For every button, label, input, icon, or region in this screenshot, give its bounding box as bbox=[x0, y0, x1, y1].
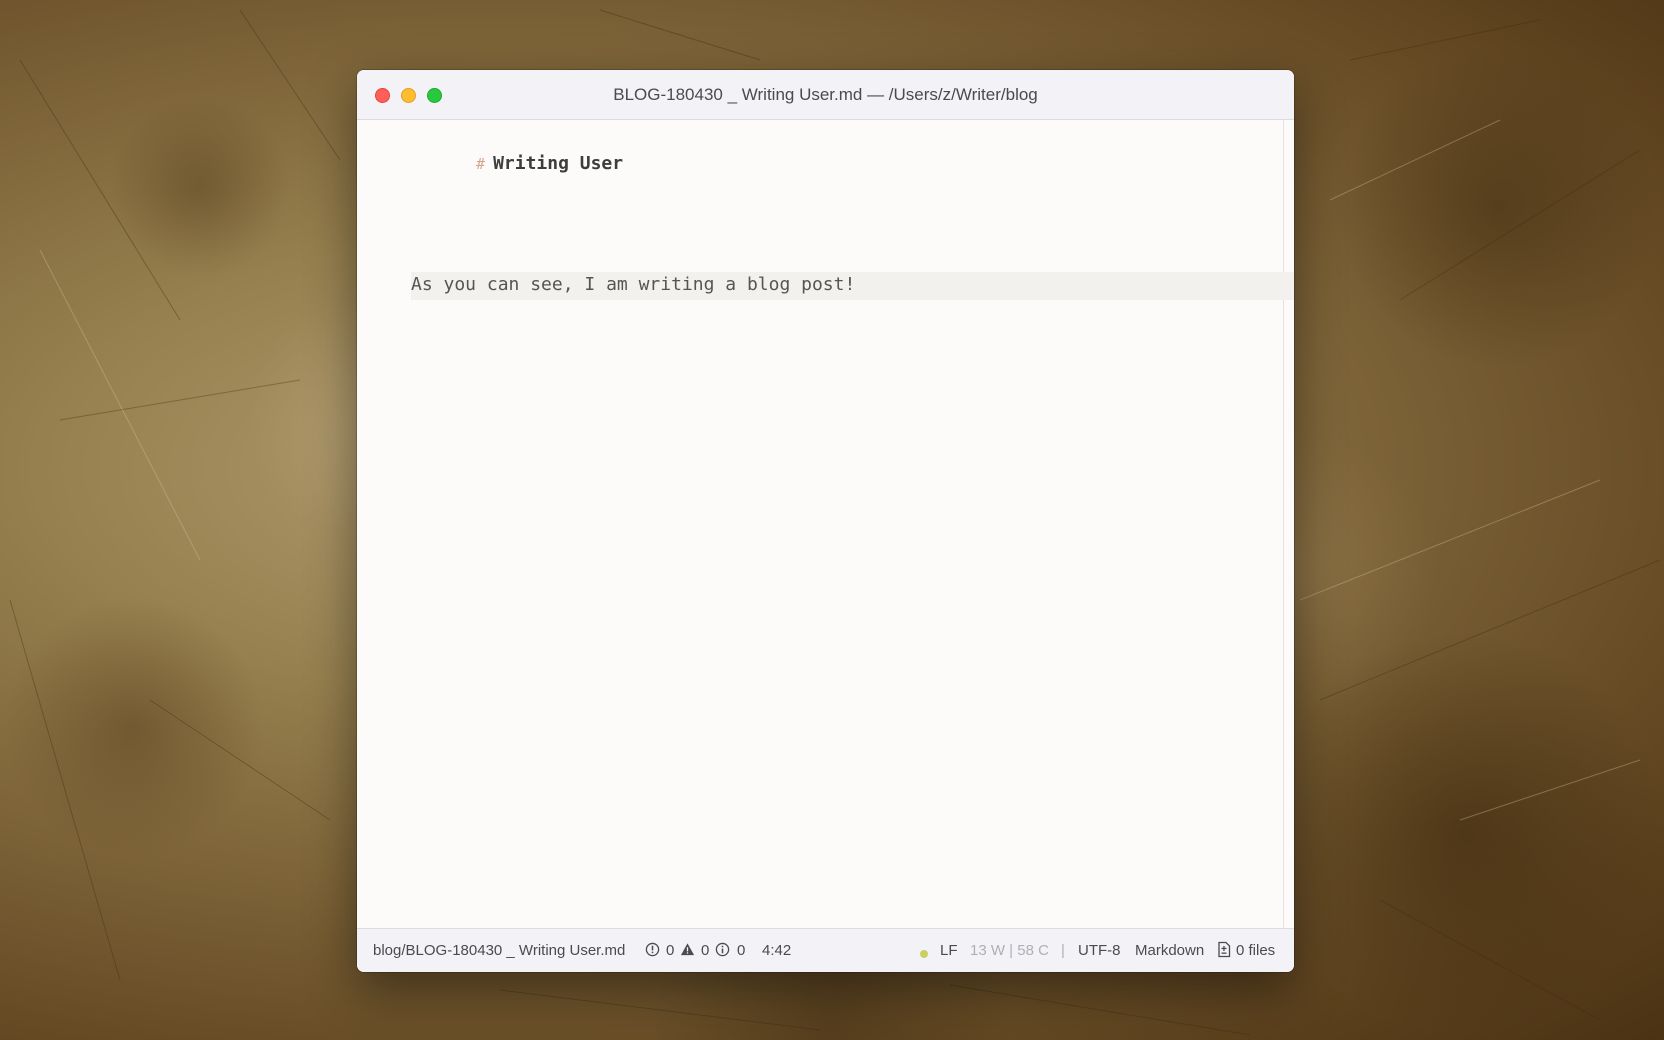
infos-count[interactable]: 0 bbox=[737, 942, 745, 959]
warnings-count[interactable]: 0 bbox=[701, 942, 709, 959]
status-separator: | bbox=[1061, 942, 1065, 959]
info-circle-icon[interactable] bbox=[715, 942, 730, 957]
files-count[interactable]: 0 files bbox=[1236, 942, 1275, 959]
grammar-selector[interactable]: Markdown bbox=[1135, 942, 1204, 959]
heading-line[interactable]: # Writing User bbox=[411, 132, 623, 195]
file-path-label[interactable]: blog/BLOG-180430 _ Writing User.md bbox=[373, 942, 625, 959]
heading-text: Writing User bbox=[493, 153, 624, 174]
text-editor[interactable]: # Writing User As you can see, I am writi… bbox=[357, 120, 1294, 928]
body-line[interactable]: As you can see, I am writing a blog post… bbox=[411, 274, 855, 295]
git-status-dot bbox=[920, 950, 928, 958]
title-bar[interactable]: BLOG-180430 _ Writing User.md — /Users/z… bbox=[357, 70, 1294, 120]
heading-marker: # bbox=[476, 155, 486, 173]
status-bar: blog/BLOG-180430 _ Writing User.md 0 0 0… bbox=[357, 928, 1294, 972]
cursor-position[interactable]: 4:42 bbox=[762, 942, 791, 959]
errors-count[interactable]: 0 bbox=[666, 942, 674, 959]
exclamation-circle-icon[interactable] bbox=[645, 942, 660, 957]
warning-triangle-icon[interactable] bbox=[680, 942, 695, 957]
wrap-guide bbox=[1283, 120, 1284, 928]
encoding-selector[interactable]: UTF-8 bbox=[1078, 942, 1121, 959]
word-char-count: 13 W | 58 C bbox=[970, 942, 1049, 959]
file-diff-icon[interactable] bbox=[1217, 941, 1231, 958]
editor-window: BLOG-180430 _ Writing User.md — /Users/z… bbox=[357, 70, 1294, 972]
line-ending-selector[interactable]: LF bbox=[940, 942, 958, 959]
window-title: BLOG-180430 _ Writing User.md — /Users/z… bbox=[613, 85, 1038, 104]
